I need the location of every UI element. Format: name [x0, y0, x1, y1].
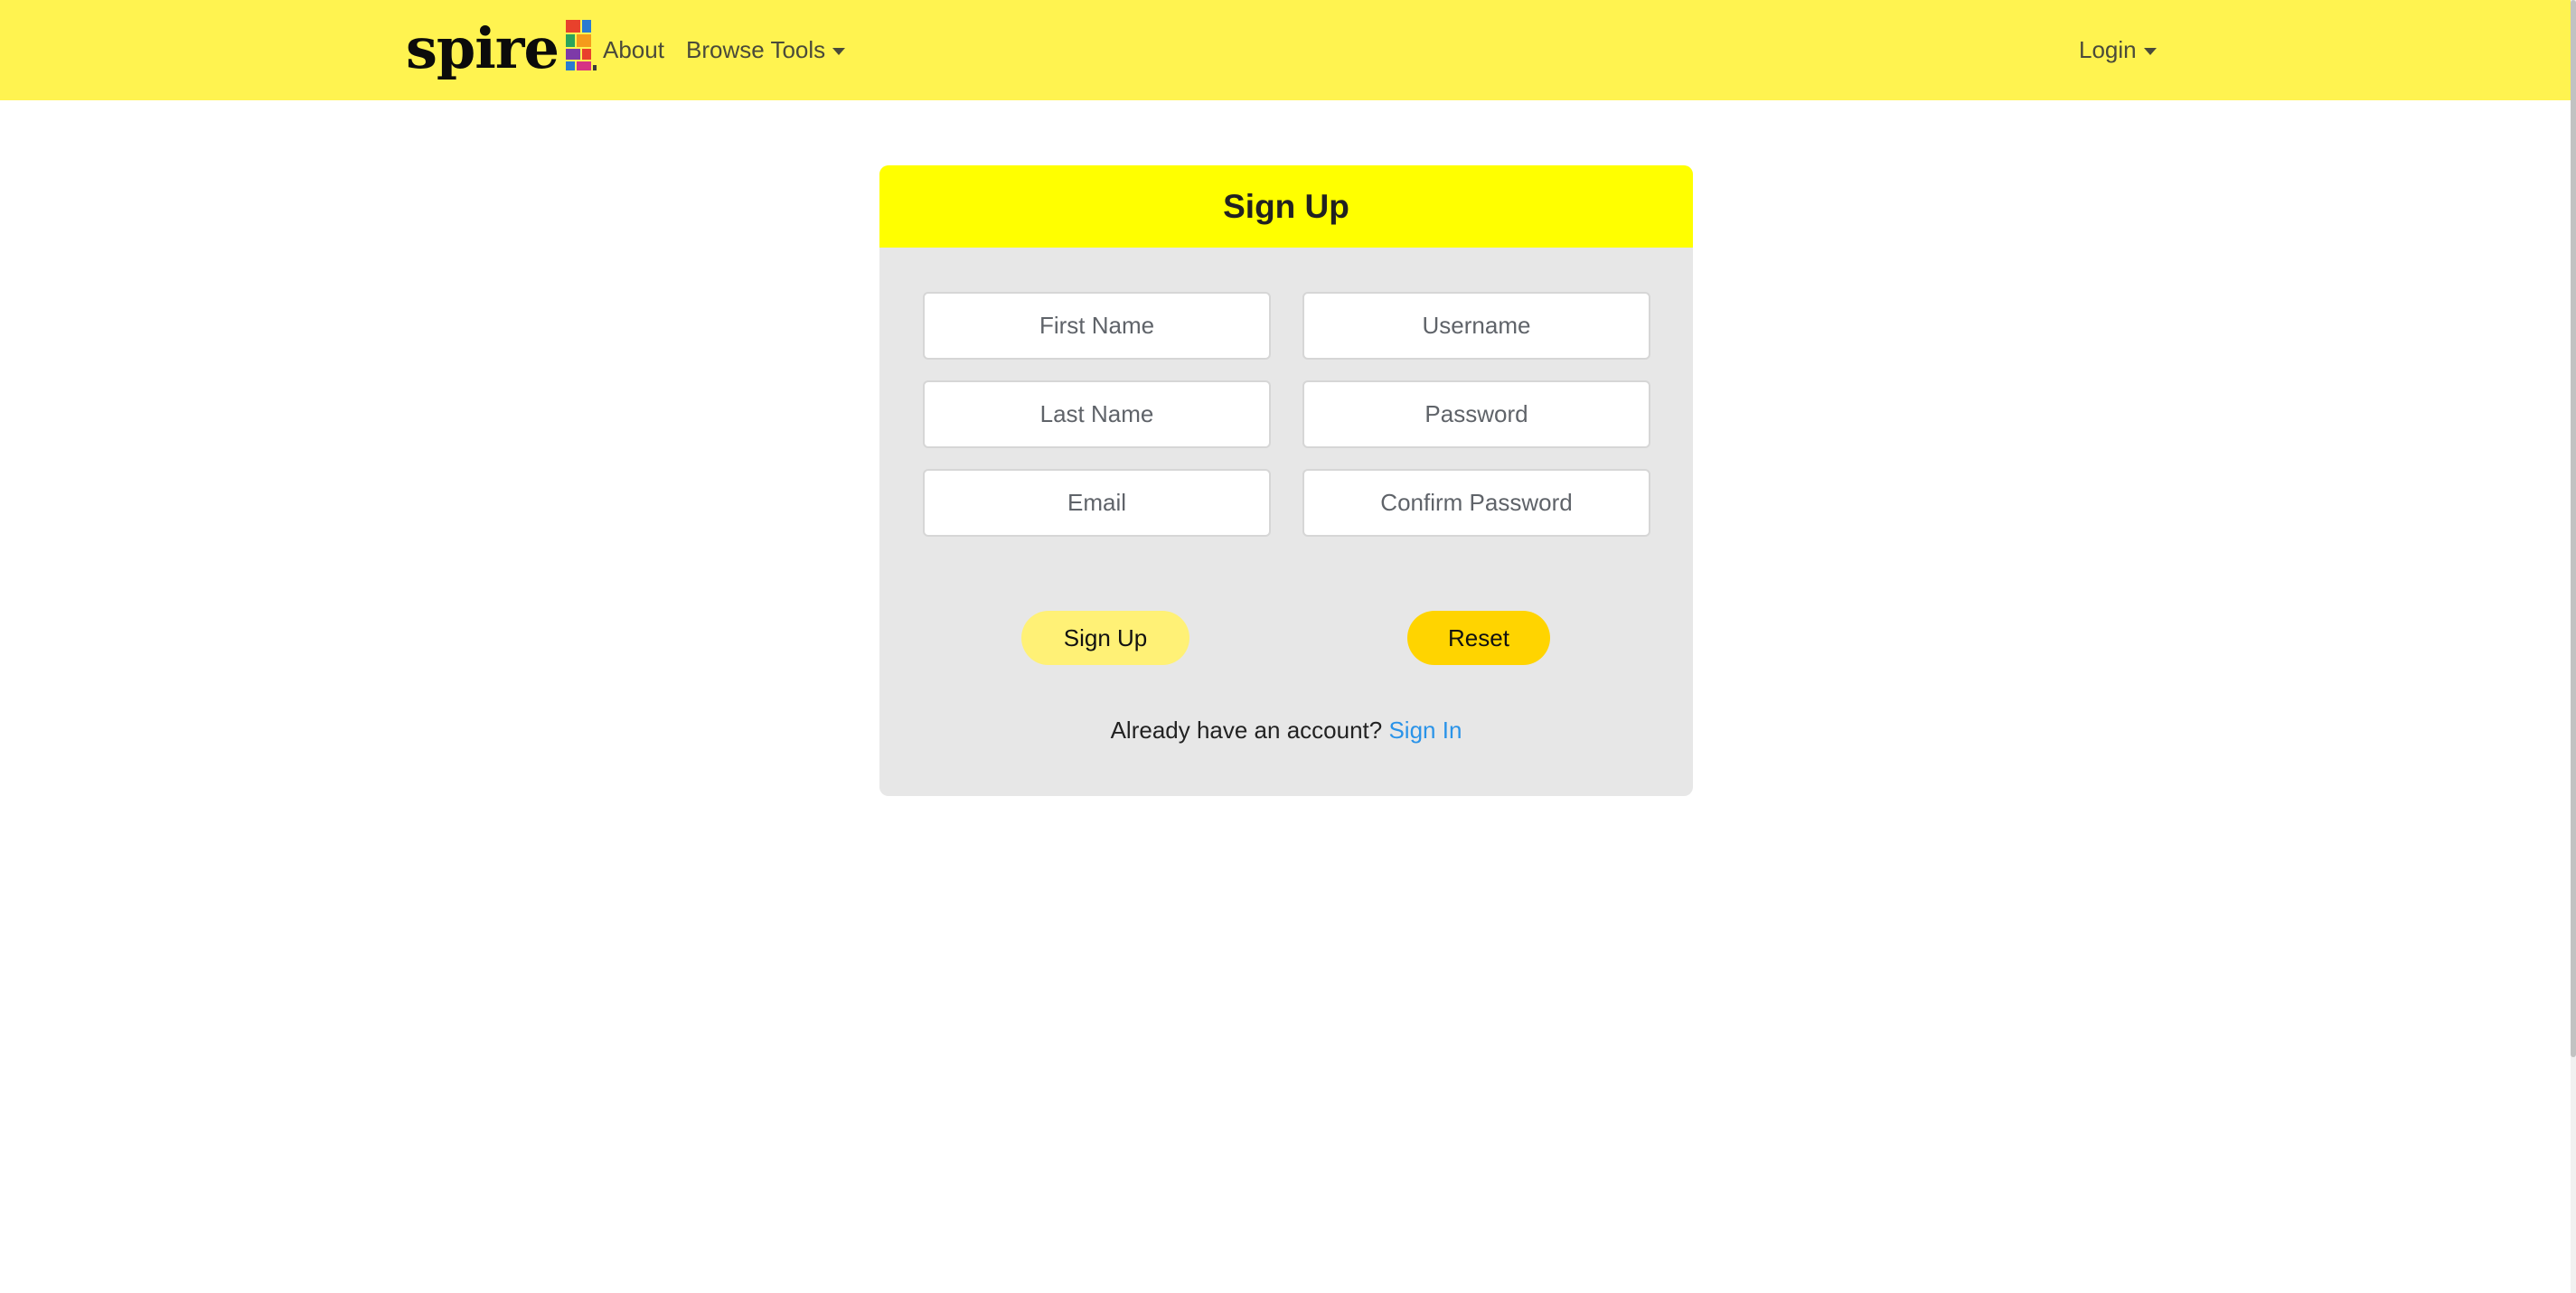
brand-logo-link[interactable]: spire	[406, 13, 597, 85]
nav-login-dropdown[interactable]: Login	[2079, 0, 2157, 100]
signin-link[interactable]: Sign In	[1388, 717, 1462, 744]
confirm-password-input[interactable]	[1302, 469, 1650, 537]
nav-about-label: About	[603, 36, 664, 63]
username-input[interactable]	[1302, 292, 1650, 360]
signup-title: Sign Up	[1223, 187, 1349, 225]
nav-login-label: Login	[2079, 36, 2137, 63]
signup-button[interactable]: Sign Up	[1021, 611, 1189, 665]
email-input[interactable]	[923, 469, 1271, 537]
caret-down-icon	[2143, 47, 2157, 55]
brand-name: spire	[406, 15, 559, 81]
caret-down-icon	[832, 47, 846, 55]
nav-about-link[interactable]: About	[603, 0, 664, 100]
top-navbar: spire About Browse Tools Login	[0, 0, 2576, 100]
signup-form-card: Sign Up Sign Up Reset Already have an ac…	[879, 165, 1693, 796]
page-scrollbar[interactable]	[2571, 0, 2576, 1293]
nav-browse-tools-dropdown[interactable]: Browse Tools	[686, 0, 846, 100]
signup-card-header: Sign Up	[879, 165, 1693, 248]
reset-button[interactable]: Reset	[1407, 611, 1550, 665]
signin-prompt: Already have an account? Sign In	[879, 717, 1693, 745]
scrollbar-thumb[interactable]	[2571, 0, 2576, 1057]
last-name-input[interactable]	[923, 380, 1271, 448]
first-name-input[interactable]	[923, 292, 1271, 360]
signin-prompt-text: Already have an account?	[1110, 717, 1383, 744]
password-input[interactable]	[1302, 380, 1650, 448]
stained-glass-logo-icon	[565, 20, 597, 70]
nav-browse-tools-label: Browse Tools	[686, 36, 826, 63]
